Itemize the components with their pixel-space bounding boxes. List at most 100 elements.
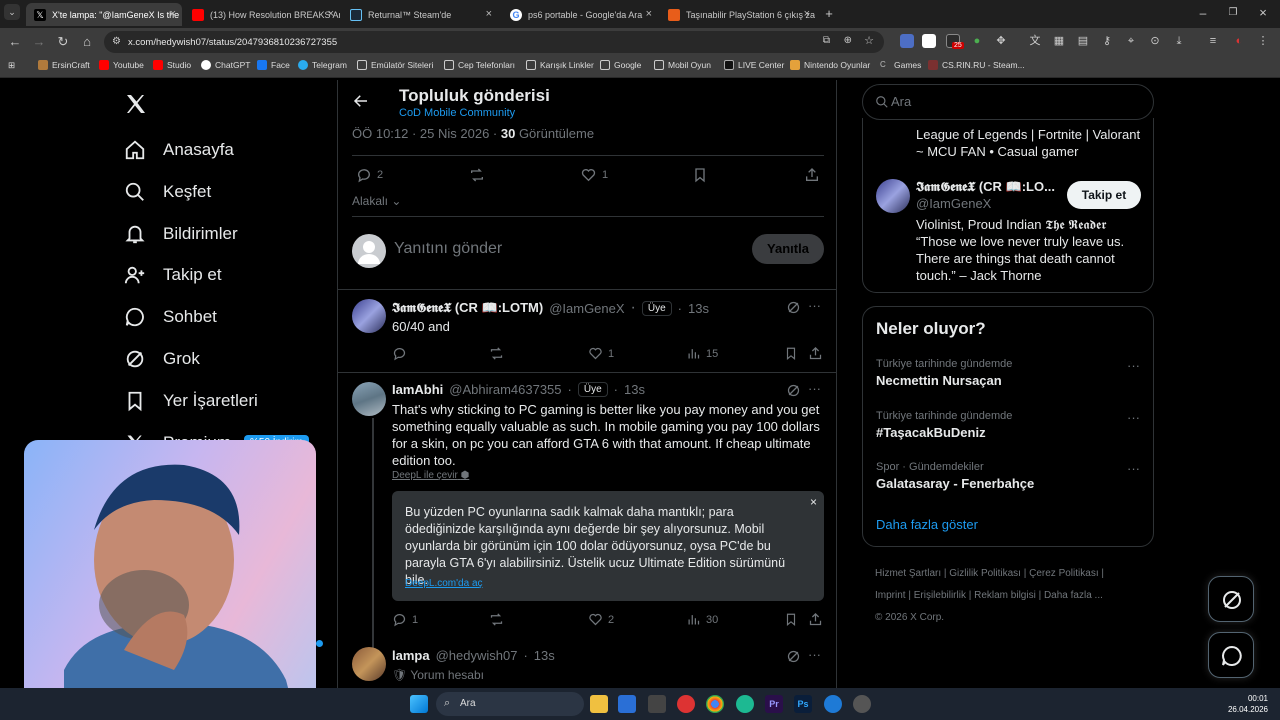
tab-1[interactable]: 𝕏 X'te lampa: "@IamGeneX Is the × xyxy=(26,3,182,26)
reply-input[interactable]: Yanıtını gönder xyxy=(394,240,502,258)
show-more-link[interactable]: Daha fazla göster xyxy=(876,517,978,532)
bookmark-youtube[interactable]: Youtube xyxy=(99,60,144,70)
close-icon[interactable]: × xyxy=(170,8,176,20)
repost-button[interactable] xyxy=(488,346,510,361)
menu-icon[interactable]: ⋮ xyxy=(1256,34,1270,48)
grok-icon[interactable] xyxy=(786,649,801,669)
back-arrow-icon[interactable]: ← xyxy=(6,33,24,51)
more-icon[interactable]: ··· xyxy=(1127,410,1140,425)
restore-button[interactable]: ❐ xyxy=(1224,4,1242,22)
chrome-icon[interactable] xyxy=(706,695,724,713)
bookmark-folder[interactable]: Mobil Oyun xyxy=(654,60,711,70)
reply-author-name[interactable]: 𝕴𝖆𝖒𝕲𝖊𝖓𝖊𝖃 (CR 📖:LOTM) xyxy=(392,300,543,316)
bookmark-folder[interactable]: Cep Telefonları xyxy=(444,60,515,70)
reading-list-icon[interactable]: ≡ xyxy=(1206,34,1220,48)
apps-icon[interactable]: ⊞ xyxy=(8,60,15,71)
trend-item[interactable]: Türkiye tarihinde gündemde Necmettin Nur… xyxy=(876,358,1146,388)
site-info-icon[interactable]: ⚙ xyxy=(112,36,121,47)
sidebar-item-home[interactable]: Anasayfa xyxy=(124,135,234,165)
more-icon[interactable]: ··· xyxy=(808,298,821,313)
like-button[interactable]: 1 xyxy=(580,167,608,183)
reply-time[interactable]: 13s xyxy=(624,382,645,397)
share-button[interactable] xyxy=(808,612,828,627)
home-icon[interactable]: ⌂ xyxy=(78,33,96,51)
bookmark-games[interactable]: C Games xyxy=(880,60,921,70)
reply-author-name[interactable]: IamAbhi xyxy=(392,382,443,397)
deepl-open-link[interactable]: DeepL.com'da aç xyxy=(405,578,483,589)
reload-icon[interactable]: ↻ xyxy=(54,33,72,51)
premiere-icon[interactable]: Pr xyxy=(765,695,783,713)
views-button[interactable]: 30 xyxy=(686,612,718,627)
avatar[interactable] xyxy=(876,179,910,213)
reply-author-handle[interactable]: @Abhiram4637355 xyxy=(449,382,561,397)
file-explorer-icon[interactable] xyxy=(590,695,608,713)
profile-handle[interactable]: @IamGeneX xyxy=(916,196,991,211)
translate-icon[interactable]: 文 xyxy=(1028,34,1042,48)
app-icon[interactable] xyxy=(677,695,695,713)
x-logo-icon[interactable] xyxy=(124,92,150,118)
reply-author-handle[interactable]: @IamGeneX xyxy=(549,301,624,316)
close-icon[interactable]: × xyxy=(646,8,652,20)
tab-5[interactable]: Taşınabilir PlayStation 6 çıkış za × xyxy=(660,3,816,26)
footer-link[interactable]: Gizlilik Politikası xyxy=(949,568,1021,579)
key-icon[interactable]: ⚷ xyxy=(1100,34,1114,48)
app-icon[interactable] xyxy=(618,695,636,713)
footer-link[interactable]: Erişilebilirlik xyxy=(914,590,966,601)
reply-button[interactable] xyxy=(392,346,412,361)
avatar[interactable] xyxy=(352,382,386,416)
tab-search-button[interactable]: ⌄ xyxy=(4,4,20,20)
reply-submit-button[interactable]: Yanıtla xyxy=(752,234,824,264)
extension-icon[interactable]: ● xyxy=(970,34,984,48)
bookmark-telegram[interactable]: Telegram xyxy=(298,60,347,70)
like-button[interactable]: 2 xyxy=(588,612,614,627)
messages-floating-button[interactable] xyxy=(1208,632,1254,678)
follow-button[interactable]: Takip et xyxy=(1067,181,1141,209)
close-icon[interactable]: × xyxy=(486,8,492,20)
bookmark-folder[interactable]: Karışık Linkler xyxy=(526,60,594,70)
bookmark-cs-rin[interactable]: CS.RIN.RU - Steam... xyxy=(928,60,1025,70)
reply-button[interactable]: 2 xyxy=(356,167,383,183)
bookmark-button[interactable] xyxy=(784,346,803,361)
windows-start-icon[interactable] xyxy=(410,695,428,713)
share-button[interactable] xyxy=(804,167,825,183)
bookmark-live-center[interactable]: LIVE Center xyxy=(724,60,784,70)
reply-author-handle[interactable]: @hedywish07 xyxy=(436,648,518,663)
avatar[interactable] xyxy=(352,299,386,333)
minimize-button[interactable]: – xyxy=(1194,4,1212,22)
sidebar-item-grok[interactable]: Grok xyxy=(124,344,200,374)
avatar[interactable] xyxy=(352,234,386,268)
app-icon[interactable] xyxy=(853,695,871,713)
footer-link[interactable]: Reklam bilgisi xyxy=(974,590,1036,601)
trend-item[interactable]: Türkiye tarihinde gündemde #TaşacakBuDen… xyxy=(876,410,1146,440)
profile-icon[interactable]: ◐ xyxy=(1232,34,1246,48)
repost-button[interactable] xyxy=(468,167,491,183)
new-tab-button[interactable]: + xyxy=(820,5,838,23)
more-icon[interactable]: ··· xyxy=(808,647,821,662)
sidebar-item-chat[interactable]: Sohbet xyxy=(124,302,217,332)
bookmark-studio[interactable]: Studio xyxy=(153,60,191,70)
tab-2[interactable]: (13) How Resolution BREAKS Ar × xyxy=(184,3,340,26)
window-close-button[interactable]: × xyxy=(1254,4,1272,22)
forward-arrow-icon[interactable]: → xyxy=(30,33,48,51)
tab-3[interactable]: Returnal™ Steam'de × xyxy=(342,3,498,26)
footer-link[interactable]: Daha fazla ... xyxy=(1044,590,1103,601)
extension-icon[interactable]: ▦ xyxy=(1052,34,1066,48)
trend-item[interactable]: Spor · Gündemdekiler Galatasaray - Fener… xyxy=(876,461,1146,491)
repost-button[interactable] xyxy=(488,612,510,627)
app-icon[interactable] xyxy=(824,695,842,713)
close-icon[interactable]: × xyxy=(804,8,810,20)
translate-link[interactable]: DeepL ile çevir ⬢ xyxy=(392,470,469,481)
app-icon[interactable] xyxy=(648,695,666,713)
taskbar-search[interactable]: ⌕ Ara xyxy=(436,692,584,716)
sidebar-item-notifications[interactable]: Bildirimler xyxy=(124,219,238,249)
like-button[interactable]: 1 xyxy=(588,346,614,361)
zoom-icon[interactable]: ⊕ xyxy=(844,35,852,46)
share-button[interactable] xyxy=(808,346,828,361)
more-icon[interactable]: ··· xyxy=(1127,461,1140,476)
more-icon[interactable]: ··· xyxy=(1127,358,1140,373)
star-icon[interactable]: ☆ xyxy=(864,34,874,47)
bookmark-button[interactable] xyxy=(784,612,803,627)
bookmark-ersincraft[interactable]: ErsinCraft xyxy=(38,60,90,70)
photoshop-icon[interactable]: Ps xyxy=(794,695,812,713)
bookmark-face[interactable]: Face xyxy=(257,60,290,70)
